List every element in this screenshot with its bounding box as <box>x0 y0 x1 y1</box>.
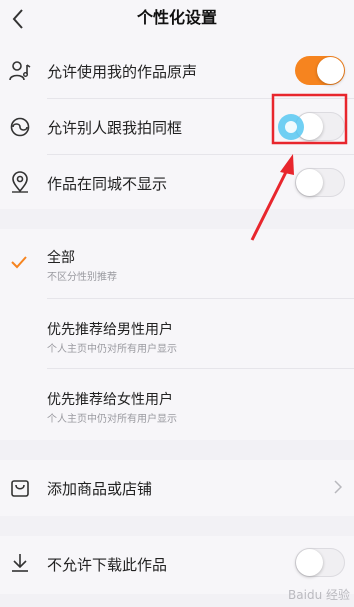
watermark: Baidu 经验 <box>288 588 350 602</box>
annotation-arrow-shaft <box>250 169 289 241</box>
settings-page: 个性化设置 允许使用我的作品原声 允许别人跟我拍同框 作品在同城不显示 全部 不… <box>0 0 354 607</box>
tap-highlight-center <box>285 121 297 133</box>
annotation-arrow-head <box>280 154 294 175</box>
annotation-overlay <box>250 93 348 241</box>
